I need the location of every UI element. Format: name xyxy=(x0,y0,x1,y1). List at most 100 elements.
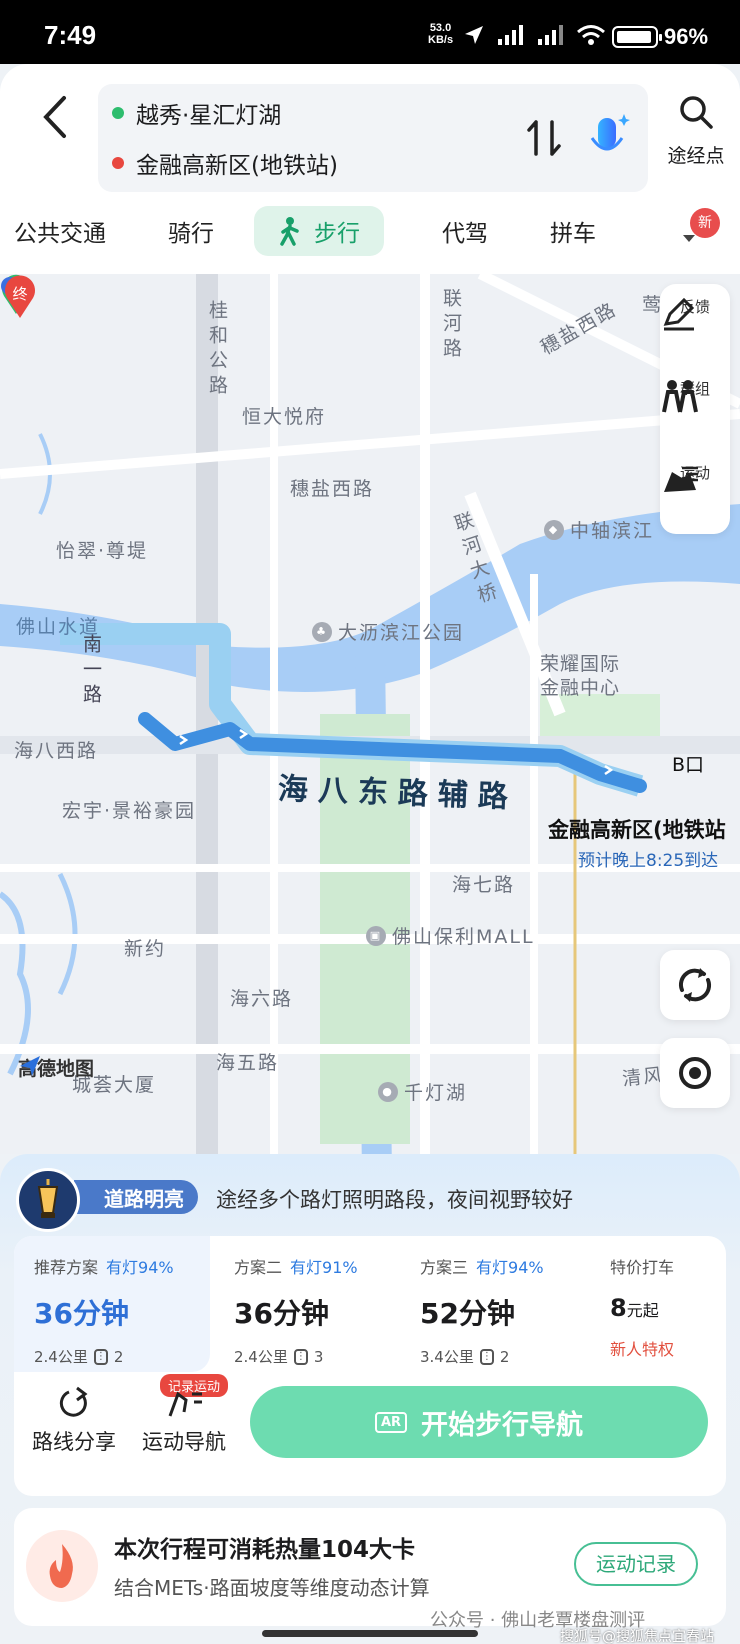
back-button[interactable] xyxy=(36,92,76,142)
chevron-down-icon[interactable] xyxy=(682,234,696,244)
refresh-button[interactable] xyxy=(660,950,730,1020)
status-time: 7:49 xyxy=(44,20,97,50)
waypoint-label: 途经点 xyxy=(667,145,725,167)
plan-two[interactable]: 方案二 有灯91% 36分钟 2.4公里 ⋮ 3 xyxy=(234,1236,358,1372)
status-bar: 7:49 53.0 KB/s 96% xyxy=(0,0,740,64)
tab-carpool[interactable]: 拼车 xyxy=(550,214,596,248)
network-speed-value: 53.0 xyxy=(429,22,452,34)
road-light-tag: 道路明亮 xyxy=(74,1180,198,1214)
start-walking-nav-button[interactable]: AR 开始步行导航 xyxy=(250,1386,708,1458)
wifi-icon xyxy=(577,25,605,45)
map-label-haiba-w: 海八西路 xyxy=(14,740,99,762)
walking-person-icon xyxy=(280,217,299,246)
map-canvas xyxy=(0,274,740,1154)
swap-route-icon[interactable] xyxy=(524,118,564,158)
map-label-haiwu: 海五路 xyxy=(216,1052,280,1074)
plan-lights: 3 xyxy=(313,1347,324,1366)
sport-nav-label: 运动导航 xyxy=(142,1430,226,1454)
taxi-head: 特价打车 xyxy=(610,1258,675,1277)
share-route-button[interactable]: 路线分享 xyxy=(32,1386,116,1456)
map-label-dali-park: ♣ 大沥滨江公园 xyxy=(312,618,464,645)
sport-record-button[interactable]: 运动记录 xyxy=(574,1542,698,1586)
map-label-yicui: 怡翠·尊堤 xyxy=(56,540,149,562)
map-label-lianhe: 联河路 xyxy=(440,288,462,363)
travel-mode-tabs: 公共交通 骑行 步行 代驾 拼车 新 xyxy=(0,204,740,264)
group-button[interactable]: 群组 xyxy=(660,378,730,413)
sport-nav-button[interactable]: 运动导航 xyxy=(142,1386,226,1456)
ar-icon: AR xyxy=(374,1411,408,1433)
road-light-desc: 途经多个路灯照明路段，夜间视野较好 xyxy=(216,1188,573,1212)
destination-name: 金融高新区(地铁站 xyxy=(548,818,726,842)
origin-field[interactable]: 越秀·星汇灯湖 xyxy=(112,96,281,130)
taxi-price-unit: 元起 xyxy=(626,1301,659,1320)
map-label-suiyan-w2: 穗盐西路 xyxy=(290,478,375,500)
search-icon xyxy=(680,96,713,129)
plan-meta: 2.4公里 ⋮ 3 xyxy=(234,1346,358,1367)
map-label-hengda: 恒大悦府 xyxy=(242,406,327,428)
running-shoe-icon xyxy=(664,466,698,492)
street-lamp-icon xyxy=(16,1168,80,1232)
share-icon xyxy=(59,1386,88,1417)
destination-field[interactable]: 金融高新区(地铁站) xyxy=(112,146,338,180)
signal-icon-2 xyxy=(538,25,563,45)
taxi-price: 8元起 xyxy=(610,1294,674,1322)
map-label-nan-yi: 南一路 xyxy=(80,634,102,709)
tab-walking[interactable]: 步行 xyxy=(254,206,384,256)
tab-cycling[interactable]: 骑行 xyxy=(168,214,214,248)
tab-walking-label: 步行 xyxy=(314,221,360,247)
network-speed: 53.0 KB/s xyxy=(428,22,453,46)
park-icon: ♣ xyxy=(312,621,332,642)
plan-recommended[interactable]: 推荐方案 有灯94% 36分钟 2.4公里 ⋮ 2 xyxy=(14,1236,210,1372)
plan-distance: 2.4公里 xyxy=(34,1348,88,1366)
plan-light-pct: 有灯94% xyxy=(106,1258,174,1277)
plan-light-pct: 有灯91% xyxy=(290,1258,358,1277)
feedback-button[interactable]: 反馈 xyxy=(660,296,730,331)
voice-input-icon[interactable] xyxy=(586,110,630,166)
battery-icon xyxy=(612,26,662,48)
shopping-icon: ▣ xyxy=(366,925,386,946)
chevron-left-icon xyxy=(43,96,66,138)
location-arrow-icon xyxy=(465,26,483,44)
map-view[interactable]: 桂和公路 联河路 穗盐西路 莺 恒大悦府 穗盐西路 ◆ 中轴滨江 怡翠·尊堤 联河… xyxy=(0,274,740,1154)
battery-percent: 96% xyxy=(664,24,709,49)
amap-logo-icon xyxy=(20,1056,40,1076)
end-marker-text: 终 xyxy=(12,285,27,303)
poi-icon-2: ● xyxy=(378,1081,398,1102)
refresh-icon xyxy=(678,968,712,1002)
taxi-promo: 新人特权 xyxy=(610,1340,675,1359)
map-label-guihe: 桂和公路 xyxy=(206,300,228,400)
end-marker[interactable]: 终 xyxy=(0,274,36,320)
traffic-light-icon: ⋮ xyxy=(93,1348,108,1365)
calorie-title: 本次行程可消耗热量104大卡 xyxy=(114,1537,416,1563)
tab-transit[interactable]: 公共交通 xyxy=(14,214,106,248)
destination-dot-icon xyxy=(112,157,124,169)
home-indicator[interactable] xyxy=(262,1630,478,1637)
edit-pen-icon xyxy=(663,297,695,331)
plan-title: 推荐方案 xyxy=(34,1258,99,1277)
tab-chauffeur[interactable]: 代驾 xyxy=(442,214,488,248)
plan-taxi[interactable]: 特价打车 8元起 新人特权 xyxy=(610,1236,674,1372)
lamp-glyph xyxy=(37,1179,59,1218)
start-walking-nav-label: 开始步行导航 xyxy=(421,1409,584,1441)
locate-button[interactable] xyxy=(660,1038,730,1108)
traffic-light-icon: ⋮ xyxy=(479,1348,494,1365)
route-header: 越秀·星汇灯湖 金融高新区(地铁站) 途经点 公共交通 骑行 步行 代驾 拼车 … xyxy=(0,64,740,274)
route-road-label: 海八东路辅路 xyxy=(277,771,519,816)
watermark-sohu: 搜狐号@搜狐焦点宜春站 xyxy=(560,1629,714,1644)
plan-duration: 52分钟 xyxy=(420,1297,515,1330)
map-logo: 高德地图 xyxy=(18,1054,94,1081)
plan-distance: 3.4公里 xyxy=(420,1348,474,1366)
sport-button[interactable]: 运动 xyxy=(660,462,730,492)
plan-title: 方案二 xyxy=(234,1258,283,1277)
road-light-banner[interactable]: 道路明亮 途经多个路灯照明路段，夜间视野较好 xyxy=(16,1168,726,1232)
waypoint-button[interactable]: 途经点 xyxy=(660,94,732,174)
map-label-zhongzhou: ◆ 中轴滨江 xyxy=(544,516,654,543)
plan-head: 推荐方案 有灯94% xyxy=(34,1254,210,1278)
flame-icon xyxy=(26,1530,98,1602)
exit-label: B口 xyxy=(672,754,705,776)
map-label-poly-mall: ▣ 佛山保利MALL xyxy=(366,922,535,949)
running-icon xyxy=(168,1391,202,1417)
plan-title: 方案三 xyxy=(420,1258,469,1277)
origin-text: 越秀·星汇灯湖 xyxy=(136,103,282,129)
plan-three[interactable]: 方案三 有灯94% 52分钟 3.4公里 ⋮ 2 xyxy=(420,1236,544,1372)
